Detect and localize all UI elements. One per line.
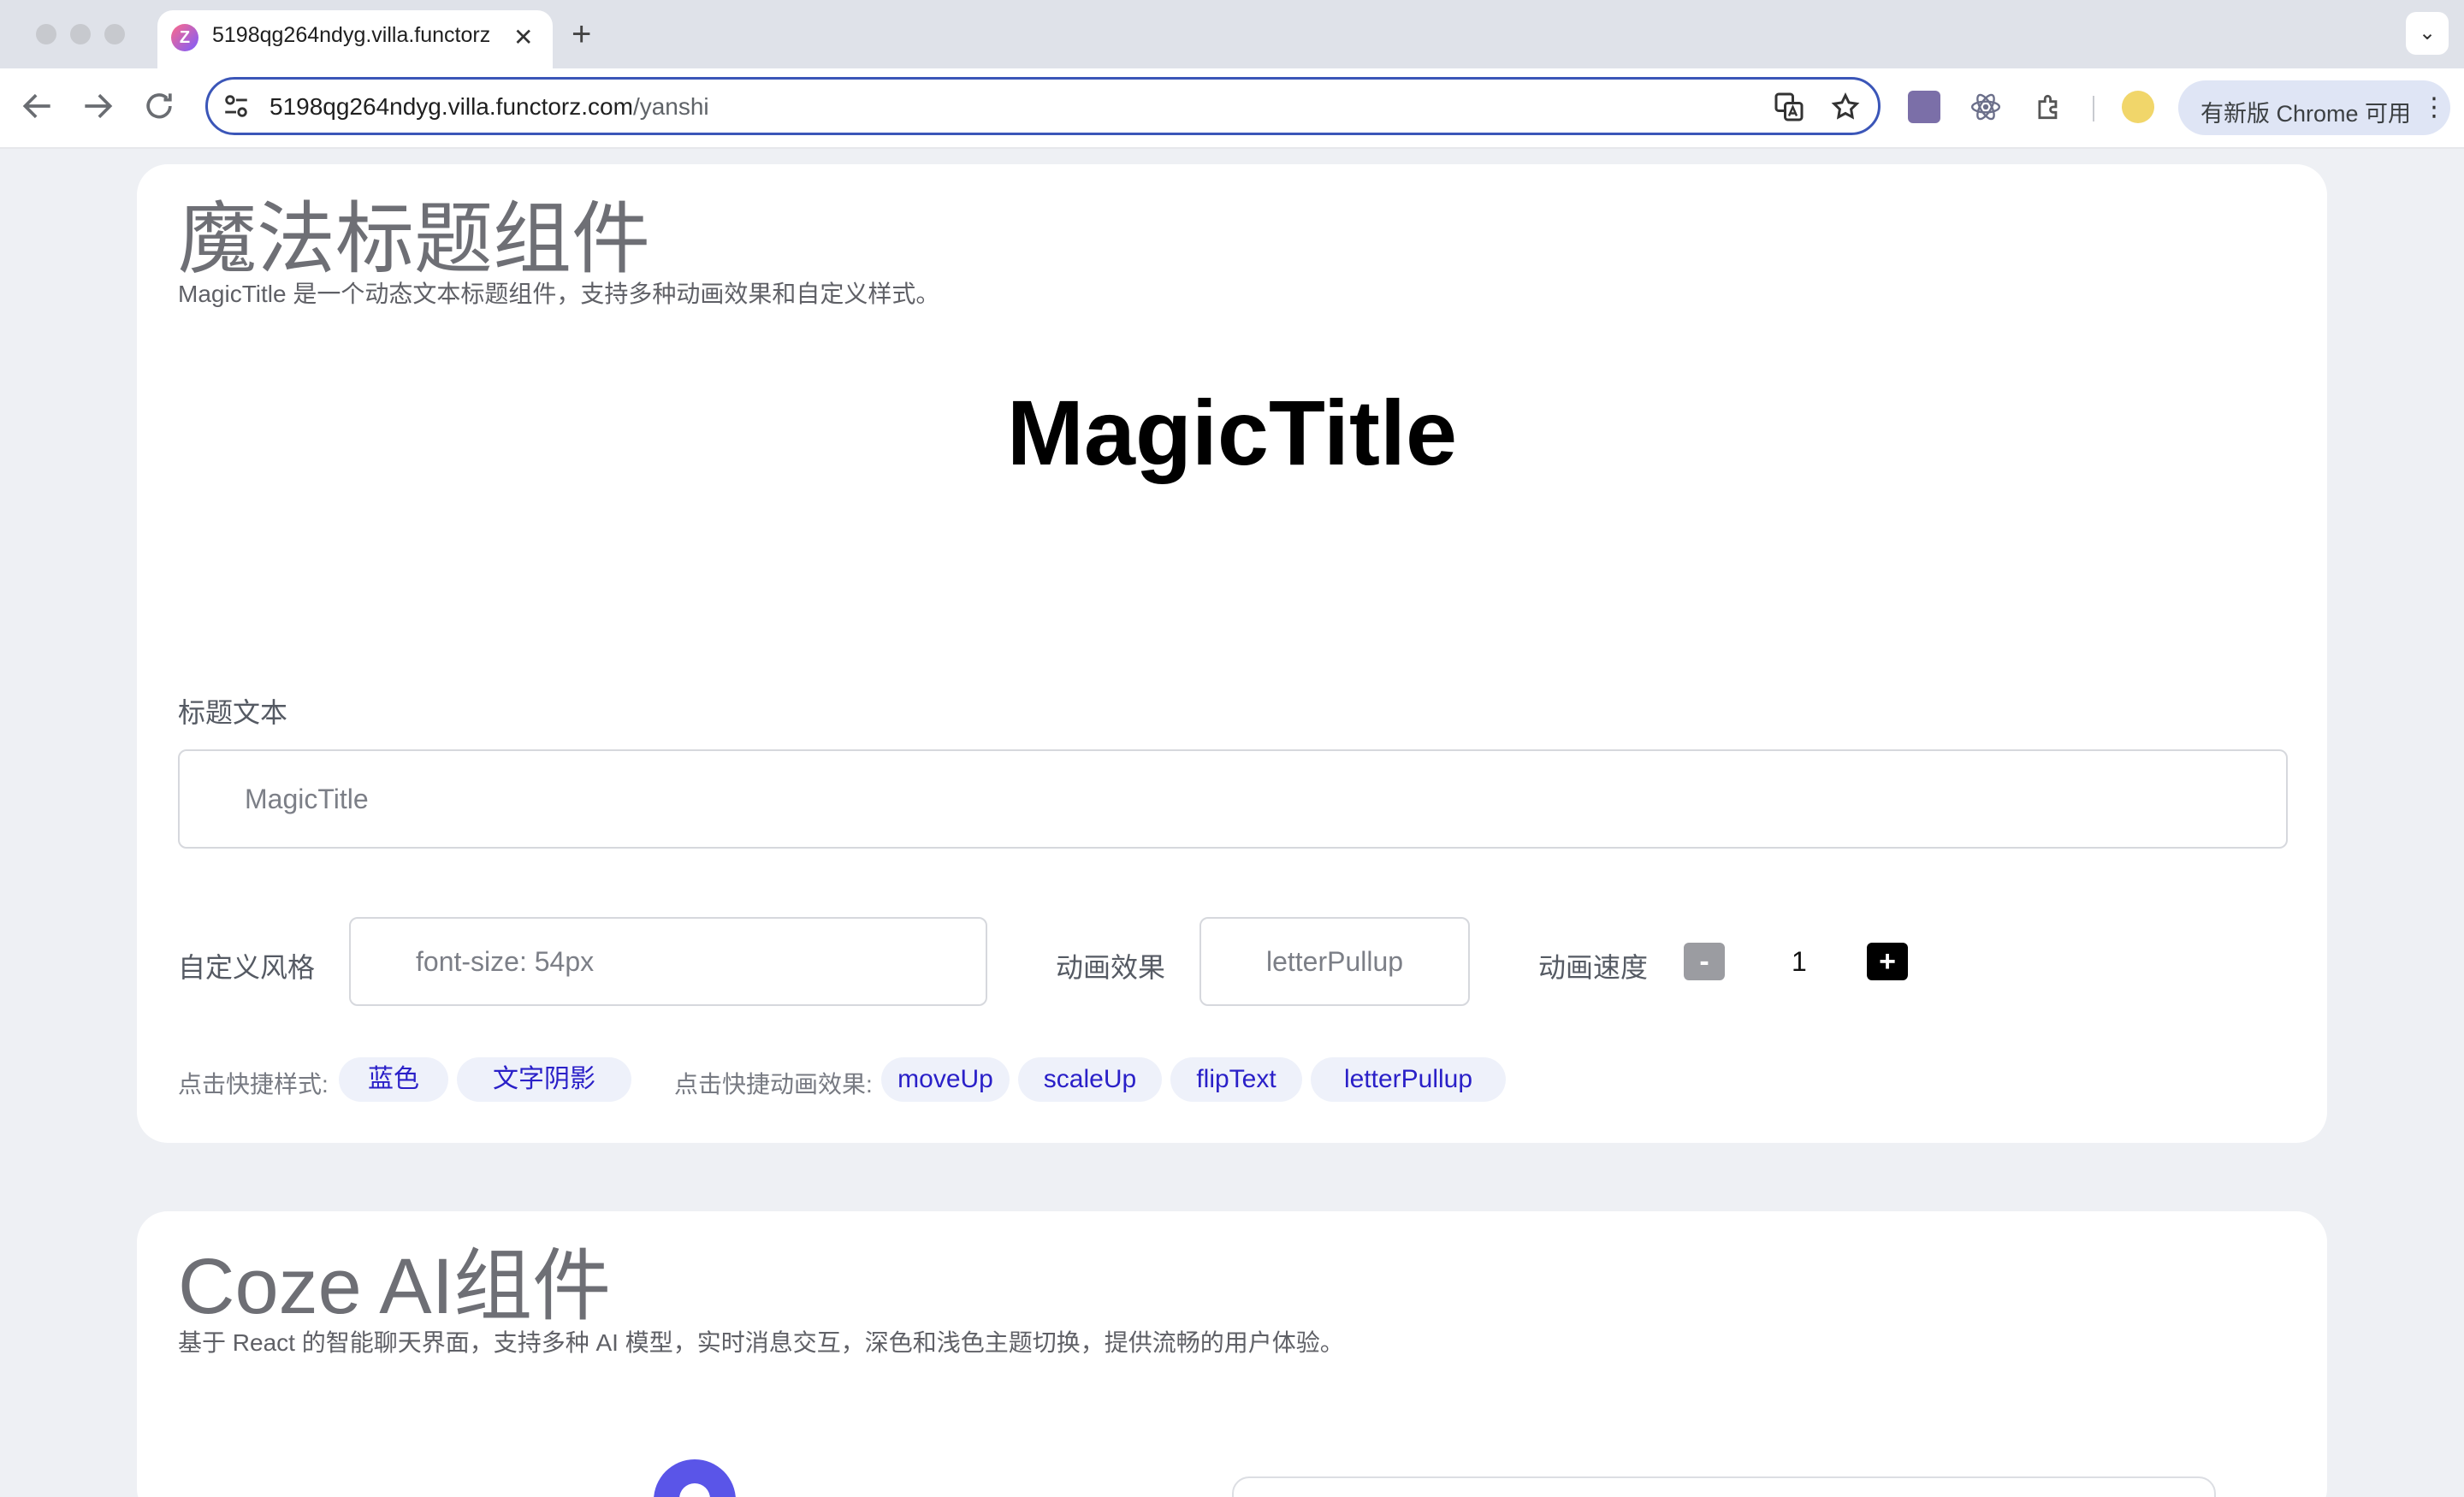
react-icon[interactable] bbox=[1969, 91, 2002, 123]
speed-decrease-button[interactable]: - bbox=[1684, 943, 1725, 980]
quick-animation-label: 点击快捷动画效果: bbox=[674, 1071, 873, 1098]
section-heading: Coze AI组件 bbox=[178, 1243, 612, 1330]
translate-icon[interactable] bbox=[1774, 92, 1804, 122]
browser-toolbar: 5198qg264ndyg.villa.functorz.com/yanshi … bbox=[0, 68, 2464, 149]
coze-logo-icon bbox=[654, 1459, 736, 1497]
ai-brain-icon[interactable] bbox=[1908, 91, 1940, 123]
section-heading: 魔法标题组件 bbox=[178, 196, 651, 283]
speed-value: 1 bbox=[1792, 946, 1807, 977]
url-text[interactable]: 5198qg264ndyg.villa.functorz.com/yanshi bbox=[270, 93, 709, 121]
quick-style-chip-blue[interactable]: 蓝色 bbox=[339, 1057, 448, 1102]
magic-title-preview: MagicTitle bbox=[1006, 381, 1458, 484]
quick-anim-chip-scaleup[interactable]: scaleUp bbox=[1018, 1057, 1162, 1102]
close-tab-icon[interactable]: ✕ bbox=[513, 21, 533, 55]
title-text-label: 标题文本 bbox=[178, 697, 288, 728]
quick-anim-chip-letterpullup[interactable]: letterPullup bbox=[1311, 1057, 1506, 1102]
chat-panel[interactable] bbox=[1232, 1476, 2216, 1497]
browser-tab-strip: Z 5198qg264ndyg.villa.functorz ✕ + ⌄ bbox=[0, 0, 2464, 68]
animation-select[interactable] bbox=[1199, 917, 1470, 1006]
tab-title: 5198qg264ndyg.villa.functorz bbox=[212, 23, 491, 47]
window-zoom-dot[interactable] bbox=[104, 24, 125, 44]
site-favicon-icon: Z bbox=[171, 24, 198, 51]
quick-anim-chip-moveup[interactable]: moveUp bbox=[881, 1057, 1010, 1102]
toolbar-divider bbox=[2093, 96, 2094, 121]
tab-search-chevron-icon[interactable]: ⌄ bbox=[2406, 12, 2449, 55]
new-tab-button[interactable]: + bbox=[572, 14, 591, 55]
animation-label: 动画效果 bbox=[1056, 952, 1166, 983]
speed-increase-button[interactable]: + bbox=[1867, 943, 1908, 980]
reload-icon[interactable] bbox=[140, 87, 178, 125]
section-description: 基于 React 的智能聊天界面，支持多种 AI 模型，实时消息交互，深色和浅色… bbox=[178, 1329, 1344, 1356]
chrome-update-button[interactable]: 有新版 Chrome 可用 ⋮ bbox=[2178, 80, 2450, 135]
magic-title-card: 魔法标题组件 MagicTitle 是一个动态文本标题组件，支持多种动画效果和自… bbox=[137, 164, 2327, 1143]
kebab-menu-icon[interactable]: ⋮ bbox=[2421, 91, 2447, 125]
quick-style-chip-text-shadow[interactable]: 文字阴影 bbox=[457, 1057, 631, 1102]
quick-anim-chip-fliptext[interactable]: flipText bbox=[1170, 1057, 1302, 1102]
back-arrow-icon[interactable] bbox=[19, 87, 56, 125]
custom-style-label: 自定义风格 bbox=[178, 952, 316, 983]
coze-ai-card: Coze AI组件 基于 React 的智能聊天界面，支持多种 AI 模型，实时… bbox=[137, 1211, 2327, 1497]
site-info-tune-icon[interactable] bbox=[222, 92, 251, 121]
window-close-dot[interactable] bbox=[36, 24, 56, 44]
quick-style-label: 点击快捷样式: bbox=[178, 1071, 329, 1098]
update-label: 有新版 Chrome 可用 bbox=[2200, 101, 2412, 127]
url-host: 5198qg264ndyg.villa.functorz.com bbox=[270, 93, 633, 120]
window-minimize-dot[interactable] bbox=[70, 24, 91, 44]
active-tab[interactable]: Z 5198qg264ndyg.villa.functorz ✕ bbox=[157, 10, 553, 68]
speed-label: 动画速度 bbox=[1538, 952, 1649, 983]
bookmark-star-icon[interactable] bbox=[1830, 92, 1861, 122]
title-text-input[interactable] bbox=[178, 749, 2288, 849]
forward-arrow-icon[interactable] bbox=[79, 87, 116, 125]
address-bar[interactable]: 5198qg264ndyg.villa.functorz.com/yanshi bbox=[205, 77, 1881, 135]
puzzle-icon[interactable] bbox=[2033, 91, 2065, 123]
section-description: MagicTitle 是一个动态文本标题组件，支持多种动画效果和自定义样式。 bbox=[178, 281, 940, 307]
custom-style-input[interactable] bbox=[349, 917, 987, 1006]
profile-avatar-icon[interactable] bbox=[2122, 91, 2154, 123]
url-path: /yanshi bbox=[632, 93, 709, 120]
